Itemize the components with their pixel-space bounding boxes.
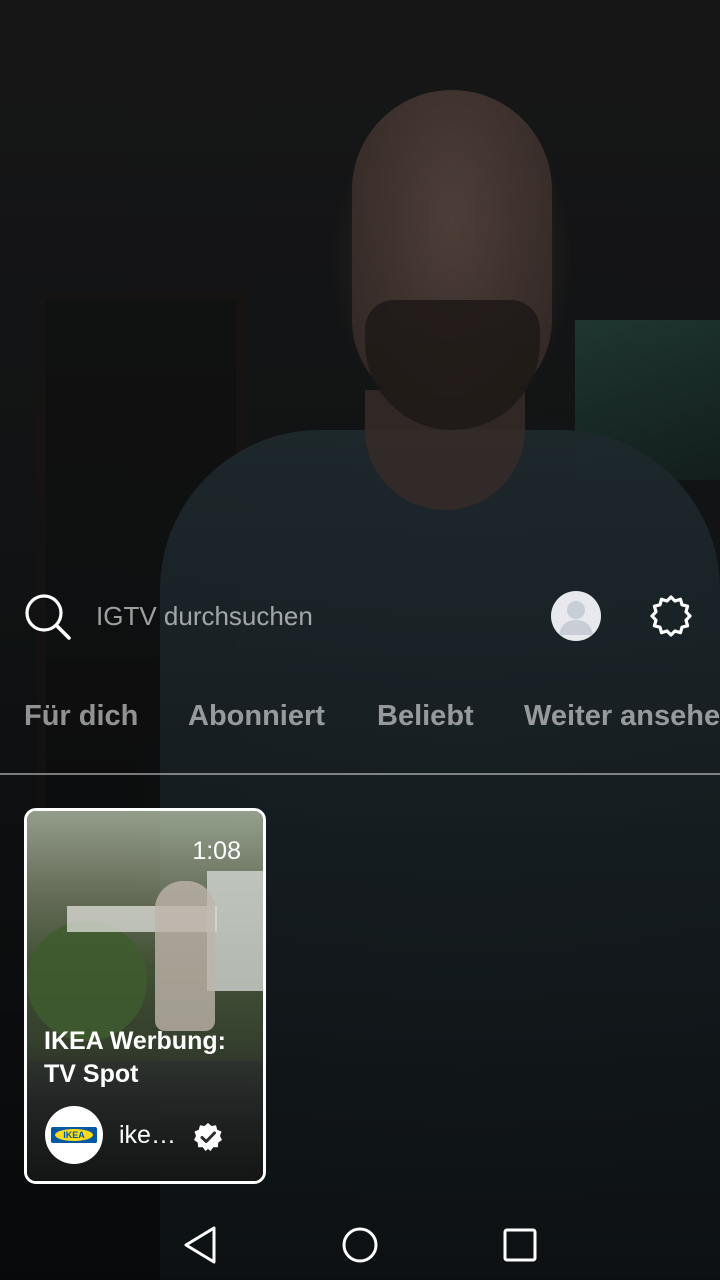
igtv-screen: IGTV durchsuchen Für dich Abonniert Beli…	[0, 0, 720, 1280]
ikea-logo-text: IKEA	[63, 1130, 85, 1140]
ikea-logo: IKEA	[51, 1127, 97, 1143]
tab-weiter-ansehen[interactable]: Weiter ansehe	[524, 700, 720, 733]
system-navigation-bar	[0, 1206, 720, 1280]
search-icon[interactable]	[22, 591, 74, 643]
video-duration: 1:08	[192, 837, 241, 865]
settings-gear-icon[interactable]	[646, 591, 696, 641]
video-card[interactable]: 1:08 IKEA Werbung: TV Spot IKEA ike…	[24, 808, 266, 1184]
channel-avatar[interactable]: IKEA	[45, 1106, 103, 1164]
tab-abonniert[interactable]: Abonniert	[188, 700, 325, 733]
channel-name[interactable]: ike…	[119, 1121, 176, 1150]
tab-fuer-dich[interactable]: Für dich	[24, 700, 138, 733]
search-bar: IGTV durchsuchen	[0, 585, 720, 649]
ikea-logo-oval: IKEA	[55, 1129, 93, 1141]
category-tabs: Für dich Abonniert Beliebt Weiter ansehe	[0, 700, 720, 748]
tabs-divider	[0, 773, 720, 775]
nav-recents-icon[interactable]	[500, 1224, 542, 1266]
video-title: IKEA Werbung: TV Spot	[44, 1027, 226, 1088]
thumbnail-person	[155, 881, 215, 1031]
thumbnail-bush	[27, 921, 147, 1041]
search-input[interactable]: IGTV durchsuchen	[96, 601, 313, 632]
nav-home-icon[interactable]	[340, 1224, 382, 1266]
profile-avatar-icon	[559, 601, 593, 635]
verified-badge-icon	[194, 1123, 222, 1151]
tab-beliebt[interactable]: Beliebt	[377, 700, 474, 733]
nav-back-icon[interactable]	[180, 1224, 222, 1266]
profile-avatar-button[interactable]	[551, 591, 601, 641]
thumbnail-house	[207, 871, 263, 991]
